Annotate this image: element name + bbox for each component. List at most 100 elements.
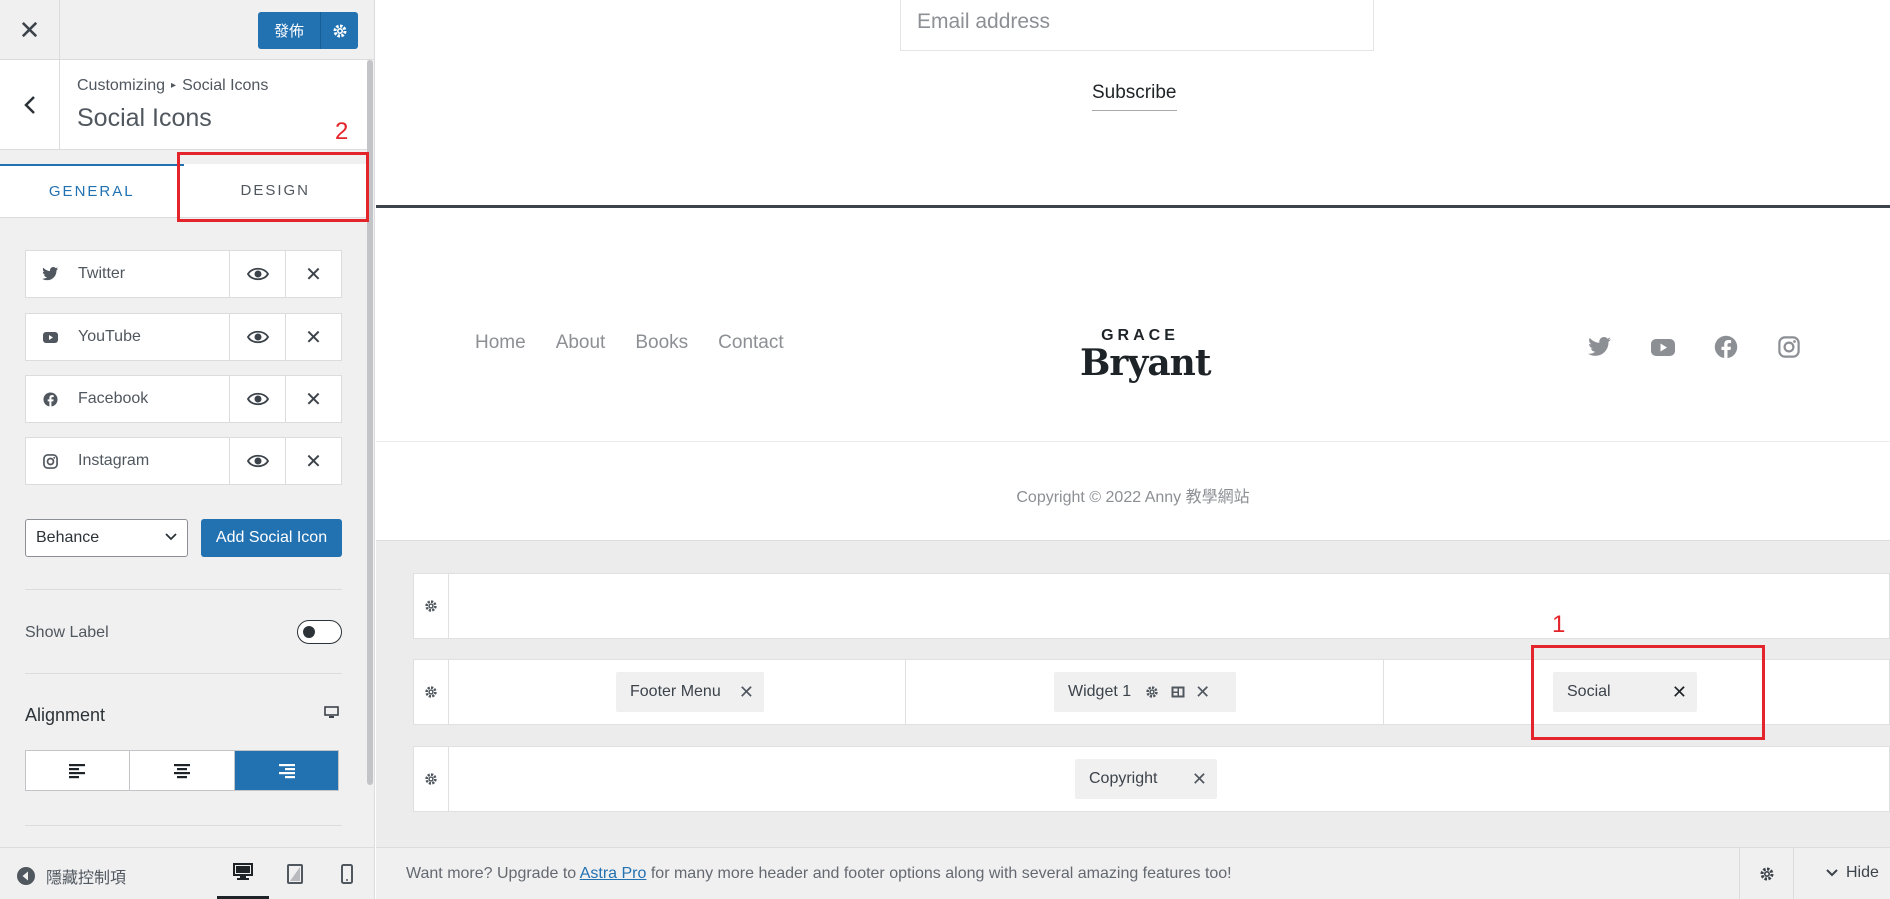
nav-link-home[interactable]: Home [475,332,526,354]
hide-builder-button[interactable]: Hide [1826,864,1879,882]
social-item-facebook[interactable]: Facebook ✕ [25,375,342,423]
instagram-icon [40,451,60,471]
nav-link-about[interactable]: About [556,332,606,354]
instagram-icon[interactable] [1776,334,1802,360]
copyright-divider [376,441,1890,442]
site-logo[interactable]: GRACE Bryant [1080,328,1211,384]
publish-group: 發佈 [258,12,359,49]
remove-item-button[interactable]: ✕ [286,438,341,484]
toggle-visibility-button[interactable] [229,314,286,360]
remove-item-button[interactable]: ✕ [286,314,341,360]
row-settings-button[interactable] [414,660,449,724]
email-input[interactable]: Email address [900,0,1374,51]
eye-icon [246,330,269,344]
column-divider [905,660,906,724]
gear-icon[interactable] [1145,685,1159,699]
alignment-button-group [25,750,339,791]
publish-button[interactable]: 發佈 [258,12,321,49]
logo-line-2: Bryant [1080,342,1211,384]
youtube-icon[interactable] [1650,334,1676,360]
upgrade-bar: Want more? Upgrade to Astra Pro for many… [376,847,1890,899]
align-right-button[interactable] [234,751,338,790]
social-item-label: Instagram [78,452,150,469]
footer-top-border [376,205,1890,208]
publish-settings-button[interactable] [320,12,359,49]
select-value: Behance [36,529,100,546]
desktop-icon [233,863,253,880]
row-settings-button[interactable] [414,747,449,811]
add-social-icon-button[interactable]: Add Social Icon [201,519,342,557]
close-customizer-button[interactable]: ✕ [0,0,60,60]
gear-icon [333,24,347,37]
social-network-select[interactable]: Behance [25,519,188,557]
sidebar-header-bar: ✕ 發佈 [0,0,374,60]
breadcrumb: Customizing ▸ Social Icons [77,77,268,95]
hide-label: Hide [1846,864,1879,881]
align-left-icon [68,763,85,778]
eye-icon [246,392,269,406]
social-item-youtube[interactable]: YouTube ✕ [25,313,342,361]
align-center-icon [173,763,190,778]
alignment-title: Alignment [25,705,106,725]
tab-general[interactable]: GENERAL [0,164,184,217]
show-label-text: Show Label [25,624,109,641]
social-item-label: Twitter [78,265,126,282]
divider [25,673,342,674]
sidebar-footer: 隱藏控制項 [0,847,374,899]
layout-icon[interactable] [1171,686,1185,698]
social-item-instagram[interactable]: Instagram ✕ [25,437,342,485]
annotation-box-2 [177,152,369,222]
divider [25,589,342,590]
device-desktop-button[interactable] [217,848,269,899]
align-left-button[interactable] [26,751,131,790]
remove-item-button[interactable]: ✕ [286,251,341,297]
builder-item-label: Footer Menu [630,683,721,700]
close-icon: ✕ [305,263,322,286]
gear-icon [425,600,437,612]
eye-icon [246,454,269,468]
column-divider [1383,660,1384,724]
builder-item-widget-1[interactable]: Widget 1 ✕ [1054,672,1236,712]
close-icon[interactable]: ✕ [739,682,754,703]
subscribe-button[interactable]: Subscribe [1092,82,1177,111]
toggle-visibility-button[interactable] [229,251,286,297]
remove-item-button[interactable]: ✕ [286,376,341,422]
close-icon[interactable]: ✕ [1195,682,1210,703]
facebook-icon[interactable] [1713,334,1739,360]
align-right-icon [279,763,296,778]
back-button[interactable] [0,60,60,150]
upgrade-suffix: for many more header and footer options … [646,865,1232,882]
builder-row-above [413,573,1890,639]
social-item-twitter[interactable]: Twitter ✕ [25,250,342,298]
toggle-visibility-button[interactable] [229,438,286,484]
device-mobile-button[interactable] [321,848,373,899]
chevron-down-icon [1826,869,1838,877]
device-tablet-button[interactable] [269,848,321,899]
social-item-label: Facebook [78,390,149,407]
desktop-monitor-icon[interactable] [324,706,339,719]
divider [25,825,342,826]
align-center-button[interactable] [130,751,235,790]
breadcrumb-current: Social Icons [182,77,269,94]
astra-pro-link[interactable]: Astra Pro [580,865,647,882]
show-label-toggle[interactable] [297,620,342,644]
nav-link-contact[interactable]: Contact [718,332,783,354]
row-settings-button[interactable] [414,574,449,638]
builder-item-label: Copyright [1089,770,1158,787]
footer-menu: Home About Books Contact [475,332,784,354]
builder-item-copyright[interactable]: Copyright ✕ [1075,759,1217,799]
collapse-controls-button[interactable]: 隱藏控制項 [16,864,126,888]
close-icon[interactable]: ✕ [1192,769,1207,790]
twitter-icon[interactable] [1587,334,1613,360]
youtube-icon [40,327,60,347]
footer-social-icons [1587,334,1802,360]
builder-item-footer-menu[interactable]: Footer Menu ✕ [616,672,764,712]
annotation-number-1: 1 [1552,611,1566,638]
upgrade-message: Want more? Upgrade to Astra Pro for many… [406,865,1232,883]
nav-link-books[interactable]: Books [635,332,688,354]
toggle-visibility-button[interactable] [229,376,286,422]
builder-settings-button[interactable] [1739,848,1794,899]
annotation-number-2: 2 [335,118,349,145]
site-preview: Email address Subscribe Home About Books… [376,0,1890,899]
breadcrumb-separator: ▸ [171,80,177,91]
